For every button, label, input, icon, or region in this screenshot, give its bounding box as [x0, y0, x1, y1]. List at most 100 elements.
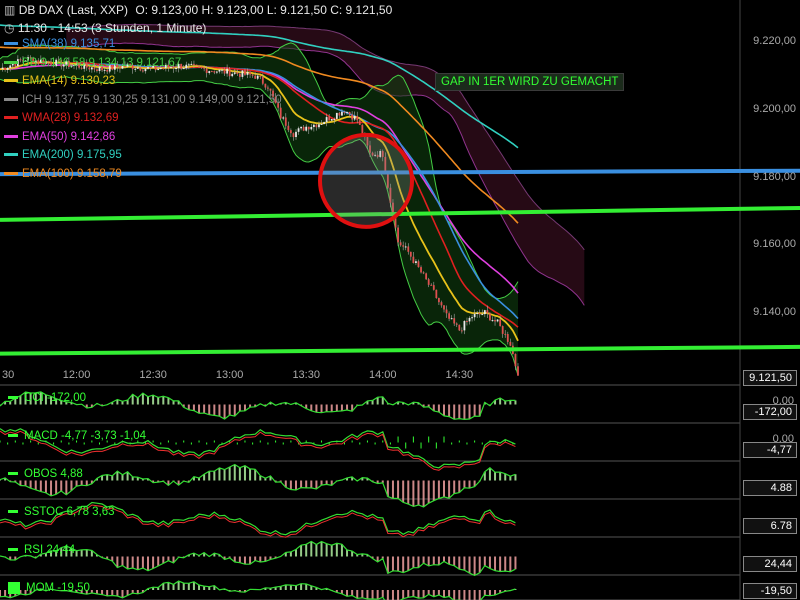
candle-body: [407, 246, 410, 252]
legend-label: WMA(28) 9.132,69: [22, 112, 119, 124]
candle-body: [259, 75, 262, 77]
price-tick-label: 9.220,00: [753, 35, 796, 47]
indicator-label-text: RSI 24,44: [24, 544, 76, 556]
candle-body: [157, 68, 160, 71]
time-tick-label: 12:00: [63, 369, 91, 381]
candle-body: [435, 289, 438, 299]
time-tick-label: 12:30: [139, 369, 167, 381]
candle-body: [333, 118, 336, 120]
legend-swatch: [4, 153, 18, 157]
legend-swatch: [4, 171, 18, 175]
candle-body: [231, 73, 234, 77]
candle-body: [440, 302, 443, 306]
legend-label: EMA(200) 9.175,95: [22, 149, 122, 161]
candle-body: [353, 115, 356, 120]
candle-body: [218, 69, 221, 72]
candle-body: [208, 71, 211, 73]
indicator-label-macd[interactable]: MACD -4,77 -3,73 -1,04: [8, 430, 146, 442]
candle-body: [310, 126, 313, 130]
candle-body: [486, 310, 489, 314]
candle-body: [144, 68, 147, 72]
candle-body: [399, 242, 402, 246]
legend-item[interactable]: WMA(28) 9.132,69: [4, 112, 119, 124]
legend-item[interactable]: EMA(50) 9.142,86: [4, 131, 115, 143]
legend-item[interactable]: BB 9.146,58 9.134,13 9.121,67: [4, 57, 181, 69]
candle-body: [417, 261, 420, 268]
candle-body: [215, 71, 218, 73]
candle-body: [343, 111, 346, 113]
candle-body: [466, 320, 468, 322]
candle-body: [420, 267, 422, 273]
candle-body: [432, 285, 435, 290]
candle-body: [315, 124, 318, 128]
indicator-label-rsi[interactable]: RSI 24,44: [8, 544, 75, 556]
ohlc-values: O: 9.123,00 H: 9.123,00 L: 9.121,50 C: 9…: [135, 3, 393, 17]
price-tick-label: 9.160,00: [753, 238, 796, 251]
candle-body: [402, 245, 405, 247]
candle-body: [517, 366, 519, 376]
candle-body: [190, 63, 193, 65]
time-tick-label: 30: [2, 369, 14, 381]
candle-body: [397, 227, 399, 243]
candle-body: [412, 256, 415, 263]
indicator-label-sstoc[interactable]: SSTOC 6,78 3,63: [8, 506, 115, 518]
candle-body: [249, 72, 251, 75]
candle-body: [233, 72, 236, 74]
legend-swatch: [4, 42, 18, 46]
candle-body: [491, 320, 494, 322]
candle-body: [141, 70, 144, 72]
candle-body: [287, 125, 290, 131]
candle-body: [200, 66, 203, 68]
candle-body: [471, 317, 473, 319]
legend-item[interactable]: EMA(100) 9.158,79: [4, 168, 122, 180]
candle-body: [463, 320, 466, 331]
candle-body: [335, 112, 338, 119]
legend-label: SMA(38) 9.135,71: [22, 38, 116, 50]
candle-body: [134, 68, 137, 70]
time-tick-label: 14:30: [446, 369, 474, 381]
gap-circle-marker[interactable]: [318, 132, 414, 229]
candle-body: [473, 313, 476, 318]
candle-body: [348, 111, 351, 115]
time-tick-label: 13:30: [292, 369, 320, 381]
legend-item[interactable]: EMA(14) 9.130,23: [4, 75, 115, 87]
candle-body: [195, 64, 198, 66]
candle-body: [292, 133, 295, 138]
candle-body: [501, 326, 504, 334]
candle-body: [394, 218, 397, 228]
candle-body: [267, 87, 269, 89]
indicator-value-box: 24,44: [743, 556, 797, 572]
indicator-label-text: OBOS 4,88: [24, 468, 83, 480]
candle-body: [494, 320, 496, 322]
legend-item[interactable]: ICH 9.137,75 9.130,25 9.131,00 9.149,00 …: [4, 94, 282, 106]
indicator-label-mom[interactable]: MOM -19,50: [8, 582, 90, 594]
indicator-value-box: 6.78: [743, 518, 797, 534]
candle-body: [203, 67, 206, 69]
legend-item[interactable]: SMA(38) 9.135,71: [4, 38, 115, 50]
candle-body: [460, 330, 463, 332]
legend-item[interactable]: EMA(200) 9.175,95: [4, 149, 122, 161]
candle-body: [282, 117, 285, 119]
candle-body: [448, 313, 451, 319]
candle-body: [198, 65, 200, 67]
candle-body: [305, 126, 308, 131]
candle-body: [458, 324, 461, 331]
legend-label: EMA(100) 9.158,79: [22, 167, 122, 180]
candle-body: [499, 319, 502, 327]
indicator-label-cci[interactable]: CCI -172,00: [8, 392, 86, 404]
candle-body: [415, 261, 417, 263]
candle-body: [185, 64, 188, 69]
legend-label: EMA(14) 9.130,23: [22, 75, 116, 87]
candle-body: [427, 279, 430, 285]
period-text: 11:30 - 14:53 (3 Stunden, 1 Minute): [17, 21, 207, 35]
annotation-text[interactable]: GAP IN 1ER WIRD ZU GEMACHT: [435, 73, 625, 91]
indicator-swatch: [8, 396, 18, 400]
indicator-swatch: [8, 548, 18, 552]
indicator-label-obos[interactable]: OBOS 4,88: [8, 468, 83, 480]
candle-body: [496, 319, 499, 322]
indicator-label-text: CCI -172,00: [24, 392, 87, 404]
candle-body: [223, 69, 226, 74]
candle-body: [356, 115, 359, 121]
last-price-box: 9.121,50: [743, 370, 797, 386]
candle-body: [509, 341, 512, 346]
